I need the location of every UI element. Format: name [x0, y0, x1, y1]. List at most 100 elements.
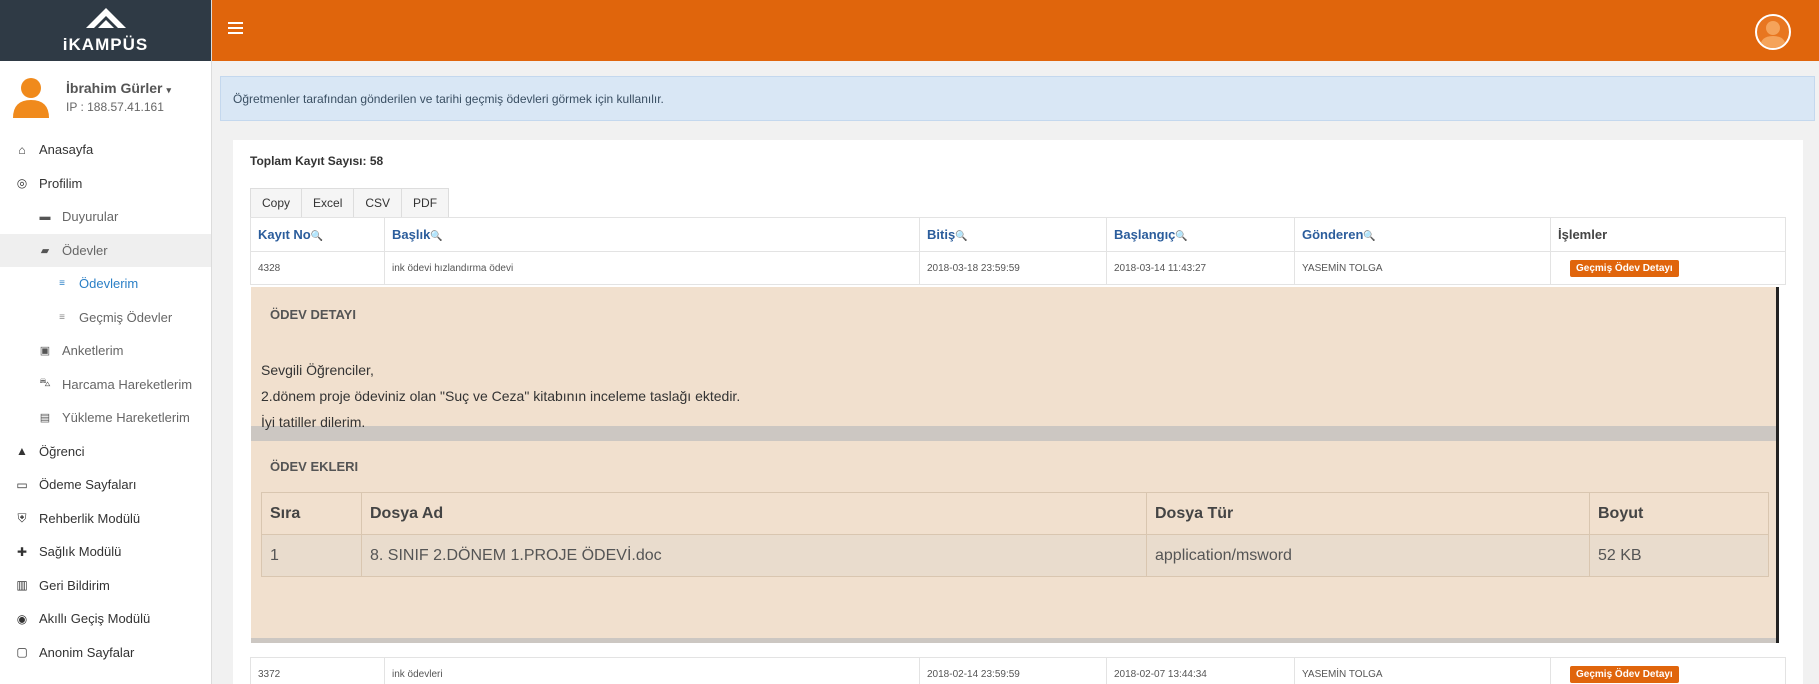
sidebar-item-label: Ödevlerim [79, 276, 139, 292]
compass-icon: ◉ [16, 611, 28, 626]
attach-no: 1 [261, 534, 362, 577]
cell-end: 2018-03-18 23:59:59 [919, 251, 1107, 285]
attach-type: application/msword [1146, 534, 1590, 577]
sidebar-item-y-kleme-hareketlerim[interactable]: ▤ Yükleme Hareketlerim [0, 401, 211, 435]
sidebar-item-label: Akıllı Geçiş Modülü [39, 611, 151, 627]
sidebar-item-label: Ödeme Sayfaları [39, 477, 137, 493]
sidebar-item-geri-bildirim[interactable]: ▥ Geri Bildirim [0, 569, 211, 603]
attach-file-link[interactable]: 8. SINIF 2.DÖNEM 1.PROJE ÖDEVİ.doc [361, 534, 1147, 577]
attachment-row[interactable]: 1 8. SINIF 2.DÖNEM 1.PROJE ÖDEVİ.doc app… [261, 534, 1769, 577]
logo-icon [85, 7, 126, 28]
search-icon[interactable]: 🔍 [1363, 231, 1375, 242]
sidebar-item-anketlerim[interactable]: ▣ Anketlerim [0, 334, 211, 368]
detail-body: Sevgili Öğrenciler, 2.dönem proje ödevin… [251, 342, 1776, 430]
user-name[interactable]: İbrahim Gürler [66, 80, 162, 96]
list-icon: ≡ [59, 278, 65, 290]
search-icon[interactable]: 🔍 [1175, 231, 1187, 242]
comment-icon: ▬ [39, 210, 51, 223]
user-panel[interactable]: İbrahim Gürler ▾ IP : 188.57.41.161 [0, 61, 211, 133]
graduation-cap-icon: ▲ [16, 444, 28, 459]
sidebar-item-profilim[interactable]: ◎ Profilim [0, 167, 211, 201]
attachments-title: ÖDEV EKLERI [251, 441, 1776, 492]
credit-card-icon: ▭ [16, 477, 28, 492]
column-header-sender[interactable]: Gönderen🔍 [1294, 217, 1551, 252]
sidebar-item-ak-ll-ge-i-mod-l[interactable]: ◉ Akıllı Geçiş Modülü [0, 602, 211, 636]
briefcase-icon: ▰ [40, 244, 50, 257]
sidebar-item-label: Geri Bildirim [39, 577, 110, 593]
sidebar-item-rehberlik-mod-l[interactable]: ⛨ Rehberlik Modülü [0, 502, 211, 536]
table-header-row: Kayıt No🔍 Başlık🔍 Bitiş🔍 Başlangıç🔍 Gönd… [250, 217, 1786, 252]
past-homework-detail-button[interactable]: Geçmiş Ödev Detayı [1570, 666, 1679, 683]
sidebar-item-devlerim[interactable]: ≡ Ödevlerim [0, 267, 211, 301]
logo[interactable]: iKAMPÜS [0, 0, 211, 61]
column-header-title[interactable]: Başlık🔍 [384, 217, 920, 252]
cell-start: 2018-03-14 11:43:27 [1106, 251, 1295, 285]
sidebar-item-renci[interactable]: ▲ Öğrenci [0, 435, 211, 469]
attachments-table: Sıra Dosya Ad Dosya Tür Boyut 1 8. SINIF… [261, 492, 1769, 577]
sidebar-item-label: Anasayfa [39, 142, 94, 158]
sidebar-item-label: Harcama Hareketlerim [62, 376, 193, 392]
attach-header-type: Dosya Tür [1146, 492, 1590, 535]
sidebar-item-label: Duyurular [62, 209, 119, 225]
medkit-icon: ✚ [16, 544, 28, 559]
attachments-section: Sıra Dosya Ad Dosya Tür Boyut 1 8. SINIF… [251, 492, 1776, 638]
top-avatar[interactable] [1755, 14, 1791, 50]
sidebar-item-devler[interactable]: ▰ Ödevler [0, 233, 211, 267]
logo-text: iKAMPÜS [62, 34, 149, 54]
user-circle-icon: ◎ [16, 176, 28, 191]
detail-line: İyi tatiller dilerim. [261, 414, 366, 430]
export-buttons: Copy Excel CSV PDF [250, 188, 450, 218]
sidebar-item-label: Geçmiş Ödevler [79, 309, 173, 325]
list-icon: ≡ [59, 311, 65, 323]
homework-table: Kayıt No🔍 Başlık🔍 Bitiş🔍 Başlangıç🔍 Gönd… [250, 217, 1786, 285]
sidebar-item-ge-mi-devler[interactable]: ≡ Geçmiş Ödevler [0, 301, 211, 335]
hamburger-menu-icon[interactable] [228, 22, 243, 37]
column-header-id[interactable]: Kayıt No🔍 [250, 217, 385, 252]
sidebar-item-label: Yükleme Hareketlerim [62, 410, 190, 426]
homework-table-bottom: 3372 ink ödevleri 2018-02-14 23:59:59 20… [250, 657, 1786, 684]
cell-sender: YASEMİN TOLGA [1294, 657, 1551, 684]
sidebar-item-label: Anketlerim [62, 343, 124, 359]
sidebar-item-anasayfa[interactable]: ⌂ Anasayfa [0, 133, 211, 167]
pdf-button[interactable]: PDF [401, 188, 450, 218]
sidebar-item-harcama-hareketlerim[interactable]: ⛍ Harcama Hareketlerim [0, 368, 211, 402]
sidebar-item-label: Rehberlik Modülü [39, 510, 141, 526]
wallet-icon: ▤ [39, 412, 51, 425]
attach-size: 52 KB [1589, 534, 1769, 577]
sidebar-item-label: Profilim [39, 175, 83, 191]
csv-button[interactable]: CSV [353, 188, 403, 218]
sidebar-item-duyurular[interactable]: ▬ Duyurular [0, 200, 211, 234]
sidebar-item-deme-sayfalar[interactable]: ▭ Ödeme Sayfaları [0, 468, 211, 502]
sidebar-item-label: Öğrenci [39, 443, 85, 459]
info-alert: Öğretmenler tarafından gönderilen ve tar… [220, 76, 1815, 121]
sidebar-item-sa-l-k-mod-l[interactable]: ✚ Sağlık Modülü [0, 535, 211, 569]
cell-actions: Geçmiş Ödev Detayı [1550, 251, 1786, 285]
homework-detail-panel: ÖDEV DETAYI Sevgili Öğrenciler, 2.dönem … [251, 287, 1779, 643]
column-header-end[interactable]: Bitiş🔍 [919, 217, 1107, 252]
attach-header-size: Boyut [1589, 492, 1769, 535]
attachments-header-row: Sıra Dosya Ad Dosya Tür Boyut [261, 492, 1769, 535]
search-icon[interactable]: 🔍 [311, 231, 323, 242]
copy-button[interactable]: Copy [250, 188, 303, 218]
column-header-start[interactable]: Başlangıç🔍 [1106, 217, 1295, 252]
sidebar-item-anonim-sayfalar[interactable]: ▢ Anonim Sayfalar [0, 636, 211, 670]
sidebar-menu: ⌂ Anasayfa ◎ Profilim ▬ Duyurular ▰ Ödevler ≡ Öde… [0, 133, 211, 669]
sidebar: iKAMPÜS İbrahim Gürler ▾ IP : 188.57.41.1… [0, 0, 212, 684]
cell-end: 2018-02-14 23:59:59 [919, 657, 1107, 684]
search-icon[interactable]: 🔍 [430, 231, 442, 242]
chevron-down-icon[interactable]: ▾ [166, 85, 171, 95]
table-row: 4328 ink ödevi hızlandırma ödevi 2018-03… [250, 251, 1786, 285]
detail-line: 2.dönem proje ödeviniz olan "Suç ve Ceza… [261, 388, 741, 404]
search-icon[interactable]: 🔍 [955, 231, 967, 242]
detail-line: Sevgili Öğrenciler, [261, 362, 374, 378]
cart-icon: ⛍ [39, 377, 51, 390]
clipboard-icon: ▣ [39, 345, 51, 358]
sidebar-item-label: Anonim Sayfalar [39, 644, 135, 660]
excel-button[interactable]: Excel [301, 188, 355, 218]
past-homework-detail-button[interactable]: Geçmiş Ödev Detayı [1570, 259, 1679, 277]
table-row: 3372 ink ödevleri 2018-02-14 23:59:59 20… [250, 657, 1786, 684]
home-icon: ⌂ [18, 142, 26, 157]
sidebar-item-label: Ödevler [62, 242, 108, 258]
cell-title: ink ödevleri [384, 657, 920, 684]
cell-sender: YASEMİN TOLGA [1294, 251, 1551, 285]
